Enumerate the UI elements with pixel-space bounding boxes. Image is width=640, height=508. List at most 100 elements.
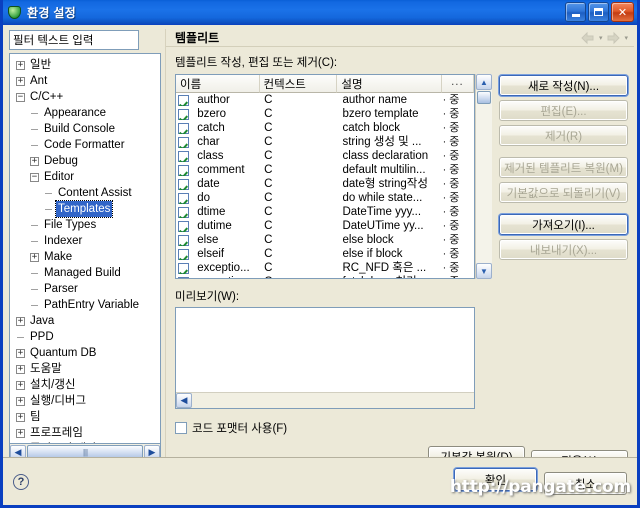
sidebar-item-ant[interactable]: + Ant: [12, 73, 160, 89]
sidebar-item-일반[interactable]: + 일반: [12, 57, 160, 73]
table-row[interactable]: char Cstring 생성 및 ... · 중: [176, 135, 474, 149]
expand-icon[interactable]: +: [16, 60, 25, 70]
vertical-scroll-thumb[interactable]: [477, 91, 491, 104]
remove-template-button[interactable]: 제거(R): [499, 125, 628, 146]
expand-icon[interactable]: +: [16, 380, 25, 390]
sidebar-item-도움말[interactable]: + 도움말: [12, 361, 160, 377]
sidebar-item-플러그인-개발[interactable]: +플러그인 개발: [12, 441, 160, 443]
preview-scroll-left-button[interactable]: ◀: [176, 393, 192, 408]
minimize-button[interactable]: [565, 2, 586, 22]
column-header-description[interactable]: 설명: [337, 75, 442, 93]
sidebar-item-build-console[interactable]: Build Console: [12, 121, 160, 137]
row-checkbox-cell[interactable]: [176, 178, 193, 190]
scroll-up-button[interactable]: ▲: [476, 74, 492, 90]
checkbox-checked-icon[interactable]: [178, 136, 189, 148]
sidebar-item-content-assist[interactable]: Content Assist: [12, 185, 160, 201]
table-row[interactable]: dtime C DateTime yyy... · 중: [176, 205, 474, 219]
checkbox-checked-icon[interactable]: [178, 150, 189, 162]
expand-icon[interactable]: +: [30, 252, 39, 262]
checkbox-checked-icon[interactable]: [178, 276, 189, 278]
close-button[interactable]: ✕: [611, 2, 634, 22]
scroll-down-button[interactable]: ▼: [476, 263, 492, 279]
forward-dropdown-icon[interactable]: ▾: [624, 34, 628, 42]
expand-icon[interactable]: +: [16, 396, 25, 406]
ok-button[interactable]: 확인: [454, 468, 537, 491]
sidebar-item-indexer[interactable]: Indexer: [12, 233, 160, 249]
row-checkbox-cell[interactable]: [176, 122, 193, 134]
import-button[interactable]: 가져오기(I)...: [499, 214, 628, 235]
expand-icon[interactable]: +: [16, 316, 25, 326]
table-row[interactable]: elseif Celse if block · 중: [176, 247, 474, 261]
sidebar-item-file-types[interactable]: File Types: [12, 217, 160, 233]
sidebar-item-실행-디버그[interactable]: + 실행/디버그: [12, 393, 160, 409]
table-row[interactable]: author Cauthor name · 중: [176, 93, 474, 107]
sidebar-item-c-c-[interactable]: − C/C++: [12, 89, 160, 105]
expand-icon[interactable]: +: [16, 76, 25, 86]
preview-panel[interactable]: ◀: [175, 307, 475, 409]
table-row[interactable]: comment Cdefault multilin... · 중: [176, 163, 474, 177]
maximize-button[interactable]: [588, 2, 609, 22]
table-vertical-scrollbar[interactable]: ▲ ▼: [475, 74, 492, 279]
use-code-formatter-row[interactable]: 코드 포맷터 사용(F): [175, 420, 628, 436]
row-checkbox-cell[interactable]: [176, 164, 193, 176]
checkbox-checked-icon[interactable]: [178, 220, 189, 232]
table-row[interactable]: date Cdate형 string작성 · 중: [176, 177, 474, 191]
sidebar-item-quantum-db[interactable]: + Quantum DB: [12, 345, 160, 361]
table-row[interactable]: bzero Cbzero template · 중: [176, 107, 474, 121]
forward-arrow-icon[interactable]: [605, 31, 621, 45]
cancel-button[interactable]: 취소: [544, 472, 627, 495]
revert-to-default-button[interactable]: 기본값으로 되돌리기(V): [499, 182, 628, 203]
expand-icon[interactable]: +: [16, 428, 25, 438]
row-checkbox-cell[interactable]: [176, 150, 193, 162]
checkbox-checked-icon[interactable]: [178, 248, 189, 260]
sidebar-item-debug[interactable]: + Debug: [12, 153, 160, 169]
sidebar-item-ppd[interactable]: PPD: [12, 329, 160, 345]
preview-horizontal-scrollbar[interactable]: ◀: [176, 392, 474, 408]
table-row[interactable]: catch Ccatch block · 중: [176, 121, 474, 135]
sidebar-item-templates[interactable]: Templates: [12, 200, 160, 218]
expand-icon[interactable]: +: [16, 364, 25, 374]
row-checkbox-cell[interactable]: [176, 206, 193, 218]
row-checkbox-cell[interactable]: [176, 136, 193, 148]
expand-icon[interactable]: +: [16, 412, 25, 422]
checkbox-checked-icon[interactable]: [178, 178, 189, 190]
sidebar-item-프로프레임[interactable]: + 프로프레임: [12, 425, 160, 441]
row-checkbox-cell[interactable]: [176, 234, 193, 246]
sidebar-item-appearance[interactable]: Appearance: [12, 105, 160, 121]
sidebar-item-parser[interactable]: Parser: [12, 281, 160, 297]
row-checkbox-cell[interactable]: [176, 220, 193, 232]
row-checkbox-cell[interactable]: [176, 276, 193, 278]
checkbox-checked-icon[interactable]: [178, 206, 189, 218]
table-row[interactable]: exceptio... C RC_NFD 혹은 ... · 중: [176, 261, 474, 275]
row-checkbox-cell[interactable]: [176, 248, 193, 260]
sidebar-item-code-formatter[interactable]: Code Formatter: [12, 137, 160, 153]
edit-template-button[interactable]: 편집(E)...: [499, 100, 628, 121]
row-checkbox-cell[interactable]: [176, 94, 193, 106]
sidebar-item-editor[interactable]: − Editor: [12, 169, 160, 185]
table-row[interactable]: class Cclass declaration · 중: [176, 149, 474, 163]
checkbox-checked-icon[interactable]: [178, 234, 189, 246]
collapse-icon[interactable]: −: [30, 172, 39, 182]
checkbox-checked-icon[interactable]: [178, 108, 189, 120]
collapse-icon[interactable]: −: [16, 92, 25, 102]
row-checkbox-cell[interactable]: [176, 108, 193, 120]
column-header-more[interactable]: ...: [441, 75, 474, 93]
sidebar-item-managed-build[interactable]: Managed Build: [12, 265, 160, 281]
table-row[interactable]: dutime C DateUTime yy... · 중: [176, 219, 474, 233]
vertical-scroll-track[interactable]: [476, 105, 492, 263]
table-row[interactable]: else Celse block · 중: [176, 233, 474, 247]
checkbox-checked-icon[interactable]: [178, 122, 189, 134]
help-icon[interactable]: ?: [13, 473, 29, 490]
use-code-formatter-checkbox[interactable]: [175, 422, 187, 434]
restore-removed-button[interactable]: 제거된 템플리트 복원(M): [499, 157, 628, 178]
expand-icon[interactable]: +: [30, 156, 39, 166]
row-checkbox-cell[interactable]: [176, 192, 193, 204]
preferences-tree[interactable]: + 일반 + Ant − C/C++ Appearance Build Console Code…: [9, 53, 161, 444]
back-dropdown-icon[interactable]: ▾: [599, 34, 603, 42]
column-header-context[interactable]: 컨텍스트: [259, 75, 338, 93]
checkbox-checked-icon[interactable]: [178, 94, 189, 106]
checkbox-checked-icon[interactable]: [178, 262, 189, 274]
templates-table[interactable]: 이름 컨텍스트 설명 ... author Cauthor name · 중 bzer…: [175, 74, 475, 279]
back-arrow-icon[interactable]: [580, 31, 596, 45]
row-checkbox-cell[interactable]: [176, 262, 193, 274]
